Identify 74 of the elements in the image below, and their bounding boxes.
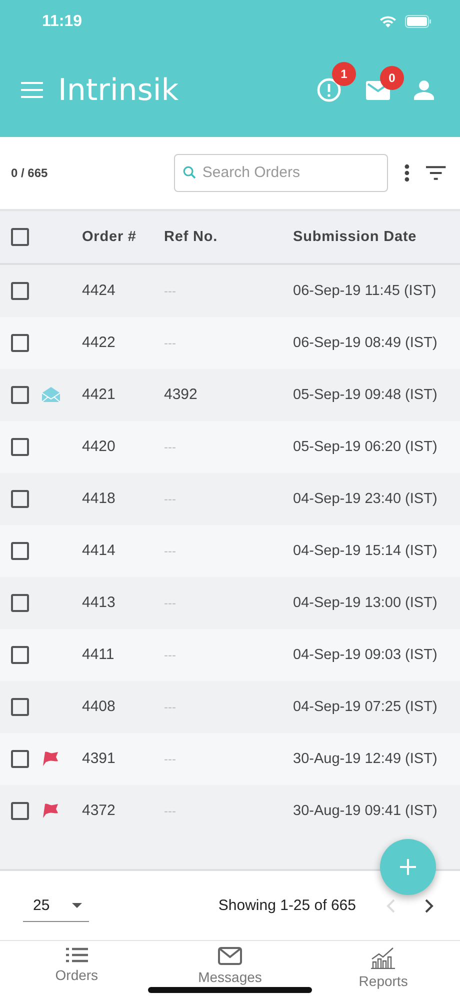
search-field[interactable]: Search Orders [174, 154, 388, 192]
flag-icon [42, 751, 59, 766]
submission-date: 05-Sep-19 09:48 (IST) [293, 386, 438, 403]
tab-bar-item[interactable]: Orders [0, 941, 154, 996]
tab-bar-item[interactable]: Reports [306, 941, 460, 996]
order-number: 4372 [82, 802, 116, 820]
ref-number: --- [164, 440, 177, 454]
message-badge: 0 [380, 66, 404, 90]
checkbox[interactable] [11, 334, 29, 352]
status-time: 11:19 [42, 12, 82, 31]
wifi-icon [379, 15, 397, 28]
tab-bar-item[interactable]: Messages [153, 941, 307, 996]
checkbox[interactable] [11, 802, 29, 820]
submission-date: 05-Sep-19 06:20 (IST) [293, 438, 438, 455]
order-number: 4408 [82, 698, 116, 716]
order-number: 4391 [82, 750, 116, 768]
plus-icon [400, 859, 416, 875]
envelope-icon [218, 947, 242, 966]
ref-number: --- [164, 752, 177, 766]
checkbox[interactable] [11, 594, 29, 612]
ref-number: --- [164, 492, 177, 506]
battery-icon [405, 15, 432, 28]
checkbox[interactable] [11, 698, 29, 716]
order-number: 4424 [82, 282, 116, 300]
order-number: 4421 [82, 386, 116, 404]
pagination-summary: Showing 1-25 of 665 [218, 897, 356, 914]
order-number: 4413 [82, 594, 116, 612]
search-icon [183, 166, 196, 179]
order-number: 4420 [82, 438, 116, 456]
submission-date: 04-Sep-19 07:25 (IST) [293, 698, 438, 715]
submission-date: 30-Aug-19 12:49 (IST) [293, 750, 438, 767]
checkbox[interactable] [11, 646, 29, 664]
checkbox[interactable] [11, 282, 29, 300]
notification-badge: 1 [332, 62, 356, 86]
submission-date: 04-Sep-19 23:40 (IST) [293, 490, 438, 507]
submission-date: 30-Aug-19 09:41 (IST) [293, 802, 438, 819]
checkbox[interactable] [11, 542, 29, 560]
filter-icon[interactable] [426, 166, 446, 180]
more-icon[interactable] [404, 164, 410, 182]
order-number: 4422 [82, 334, 116, 352]
submission-date: 04-Sep-19 09:03 (IST) [293, 646, 438, 663]
ref-number: --- [164, 596, 177, 610]
checkbox[interactable] [11, 228, 29, 246]
submission-date: 04-Sep-19 13:00 (IST) [293, 594, 438, 611]
submission-date: 06-Sep-19 11:45 (IST) [293, 282, 436, 299]
next-page-icon[interactable] [425, 898, 434, 913]
checkbox[interactable] [11, 438, 29, 456]
ref-number: --- [164, 544, 177, 558]
order-number: 4411 [82, 646, 116, 664]
dropdown-caret-icon [72, 902, 82, 908]
column-header: Submission Date [293, 228, 417, 245]
column-header: Ref No. [164, 228, 219, 245]
checkbox[interactable] [11, 386, 29, 404]
selection-count: 0 / 665 [11, 166, 49, 180]
checkbox[interactable] [11, 490, 29, 508]
ref-number: --- [164, 700, 177, 714]
submission-date: 04-Sep-19 15:14 (IST) [293, 542, 438, 559]
list-icon [66, 947, 88, 964]
order-number: 4414 [82, 542, 116, 560]
flag-icon [42, 803, 59, 818]
ref-number: --- [164, 284, 177, 298]
ref-number: --- [164, 804, 177, 818]
ref-number: --- [164, 336, 177, 350]
app-title: Intrinsik [58, 72, 179, 108]
alert-icon[interactable] [316, 77, 342, 104]
checkbox[interactable] [11, 750, 29, 768]
ref-number: 4392 [164, 386, 198, 404]
ref-number: --- [164, 648, 177, 662]
order-number: 4418 [82, 490, 116, 508]
page-size-dropdown[interactable]: 25 [23, 890, 89, 922]
submission-date: 06-Sep-19 08:49 (IST) [293, 334, 438, 351]
column-header: Order # [82, 228, 138, 245]
envelope-icon [42, 387, 60, 402]
bar-chart-icon [371, 947, 396, 970]
